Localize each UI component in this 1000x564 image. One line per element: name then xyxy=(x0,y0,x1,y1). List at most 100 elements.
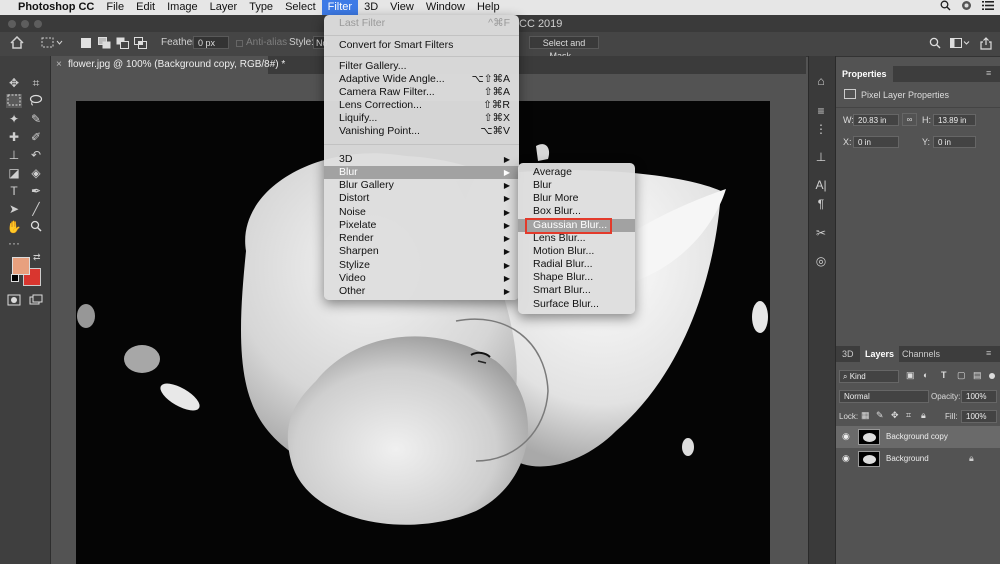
height-input[interactable]: 13.89 in xyxy=(933,114,976,126)
swap-colors-icon[interactable]: ⇄ xyxy=(33,252,41,263)
menu-item-distort[interactable]: Distort ▶ xyxy=(324,192,519,205)
move-tool-icon[interactable]: ✥ xyxy=(6,76,22,90)
app-menu[interactable]: Photoshop CC xyxy=(12,0,100,15)
menu-help[interactable]: Help xyxy=(471,0,506,15)
pen-tool-icon[interactable]: ✒ xyxy=(28,184,44,198)
line-tool-icon[interactable]: ╱ xyxy=(28,202,44,216)
hand-tool-icon[interactable]: ✋ xyxy=(6,220,22,234)
menu-item-surface-blur[interactable]: Surface Blur... xyxy=(518,298,635,311)
foreground-color-swatch[interactable] xyxy=(12,257,30,275)
menu-item-box-blur[interactable]: Box Blur... xyxy=(518,205,635,218)
brush-settings-panel-icon[interactable]: ⋮ xyxy=(813,122,829,136)
menu-window[interactable]: Window xyxy=(420,0,471,15)
menu-item-convert-smart-filters[interactable]: Convert for Smart Filters xyxy=(324,39,519,52)
menu-item-radial-blur[interactable]: Radial Blur... xyxy=(518,258,635,271)
subtract-from-selection-icon[interactable] xyxy=(116,37,129,52)
zoom-tool-icon[interactable] xyxy=(28,220,44,234)
screen-mode-icon[interactable] xyxy=(28,294,44,308)
layer-name[interactable]: Background xyxy=(886,448,929,470)
panel-menu-icon[interactable]: ≡ xyxy=(986,68,991,78)
history-panel-icon[interactable]: ⌂ xyxy=(813,74,829,88)
libraries-panel-icon[interactable]: ◎ xyxy=(813,254,829,268)
feather-input[interactable]: 0 px xyxy=(193,36,229,49)
filter-adjustment-icon[interactable]: ◐ xyxy=(923,370,928,380)
lock-transparent-icon[interactable]: ▦ xyxy=(861,410,870,421)
menu-item-blur[interactable]: Blur ▶ xyxy=(324,166,519,179)
menu-image[interactable]: Image xyxy=(161,0,204,15)
filter-pixel-icon[interactable]: ▣ xyxy=(906,370,915,381)
paragraph-panel-icon[interactable]: ¶ xyxy=(813,197,829,211)
menu-filter[interactable]: Filter xyxy=(321,0,359,15)
tab-3d[interactable]: 3D xyxy=(837,346,859,362)
close-tab-icon[interactable]: × xyxy=(56,56,62,74)
layer-filter-select[interactable]: ⌕ Kind xyxy=(839,370,899,383)
workspace-icon[interactable] xyxy=(950,37,970,52)
minimize-window-button[interactable] xyxy=(21,20,29,28)
close-window-button[interactable] xyxy=(8,20,16,28)
menu-item-blur-more[interactable]: Blur More xyxy=(518,192,635,205)
menu-file[interactable]: File xyxy=(100,0,130,15)
menu-item-render[interactable]: Render ▶ xyxy=(324,232,519,245)
menu-item-average[interactable]: Average xyxy=(518,166,635,179)
panel-menu-icon[interactable]: ≡ xyxy=(986,348,991,358)
eraser-tool-icon[interactable]: ◪ xyxy=(6,166,22,180)
link-dimensions-icon[interactable]: ∞ xyxy=(902,113,917,126)
path-selection-tool-icon[interactable]: ➤ xyxy=(6,202,22,216)
menu-item-stylize[interactable]: Stylize ▶ xyxy=(324,259,519,272)
artboard-crop-tool-icon[interactable]: ⌗ xyxy=(28,76,44,90)
brush-tool-icon[interactable]: ✐ xyxy=(28,130,44,144)
filter-toggle-icon[interactable] xyxy=(989,373,995,379)
menu-3d[interactable]: 3D xyxy=(358,0,384,15)
default-colors-icon[interactable] xyxy=(11,274,19,282)
filter-type-icon[interactable]: T xyxy=(941,370,947,380)
x-input[interactable]: 0 in xyxy=(853,136,899,148)
zoom-window-button[interactable] xyxy=(34,20,42,28)
search-icon[interactable] xyxy=(929,37,941,52)
lock-image-icon[interactable]: ✎ xyxy=(876,410,884,421)
magic-wand-tool-icon[interactable]: ✦ xyxy=(6,112,22,126)
layer-row-background-copy[interactable]: ◉ Background copy xyxy=(836,426,1000,448)
opacity-input[interactable]: 100% xyxy=(961,390,997,403)
tool-presets-panel-icon[interactable]: ✂ xyxy=(813,226,829,240)
visibility-eye-icon[interactable]: ◉ xyxy=(842,431,850,442)
menu-item-3d[interactable]: 3D ▶ xyxy=(324,153,519,166)
marquee-tool-preset-icon[interactable] xyxy=(41,37,63,52)
lock-artboard-icon[interactable]: ⌗ xyxy=(906,410,911,421)
filter-shape-icon[interactable]: ▢ xyxy=(957,370,966,381)
intersect-selection-icon[interactable] xyxy=(134,37,147,52)
menu-item-noise[interactable]: Noise ▶ xyxy=(324,206,519,219)
menu-view[interactable]: View xyxy=(384,0,420,15)
width-input[interactable]: 20.83 in xyxy=(853,114,899,126)
adjustments-panel-icon[interactable]: ≡ xyxy=(813,104,829,118)
antialias-checkbox[interactable] xyxy=(236,40,243,47)
menu-item-smart-blur[interactable]: Smart Blur... xyxy=(518,284,635,297)
siri-icon[interactable] xyxy=(961,0,972,16)
home-icon[interactable] xyxy=(10,35,24,52)
tab-layers[interactable]: Layers xyxy=(860,346,900,362)
eyedropper-tool-icon[interactable]: ✎ xyxy=(28,112,44,126)
document-tab[interactable]: × flower.jpg @ 100% (Background copy, RG… xyxy=(50,56,285,74)
menu-item-vanishing-point[interactable]: Vanishing Point... ⌥⌘V xyxy=(324,125,519,138)
share-icon[interactable] xyxy=(980,37,992,53)
menu-item-motion-blur[interactable]: Motion Blur... xyxy=(518,245,635,258)
clone-source-panel-icon[interactable]: ⊥ xyxy=(813,150,829,164)
menu-item-filter-gallery[interactable]: Filter Gallery... xyxy=(324,60,519,73)
menu-item-sharpen[interactable]: Sharpen ▶ xyxy=(324,245,519,258)
filter-smart-object-icon[interactable]: ▤ xyxy=(973,370,982,381)
menu-item-other[interactable]: Other ▶ xyxy=(324,285,519,298)
menu-item-liquify[interactable]: Liquify... ⇧⌘X xyxy=(324,112,519,125)
layer-row-background[interactable]: ◉ Background 🔒︎ xyxy=(836,448,1000,470)
healing-brush-tool-icon[interactable]: ✚ xyxy=(6,130,22,144)
fill-input[interactable]: 100% xyxy=(961,410,997,423)
character-panel-icon[interactable]: A| xyxy=(813,178,829,192)
history-brush-tool-icon[interactable]: ↶ xyxy=(28,148,44,162)
menu-item-blur[interactable]: Blur xyxy=(518,179,635,192)
y-input[interactable]: 0 in xyxy=(933,136,976,148)
menu-layer[interactable]: Layer xyxy=(204,0,244,15)
lock-all-icon[interactable]: 🔒︎ xyxy=(921,410,926,421)
type-tool-icon[interactable]: T xyxy=(6,184,22,198)
menu-item-video[interactable]: Video ▶ xyxy=(324,272,519,285)
lock-position-icon[interactable]: ✥ xyxy=(891,410,899,421)
tab-channels[interactable]: Channels xyxy=(897,346,945,362)
blend-mode-select[interactable]: Normal xyxy=(839,390,929,403)
